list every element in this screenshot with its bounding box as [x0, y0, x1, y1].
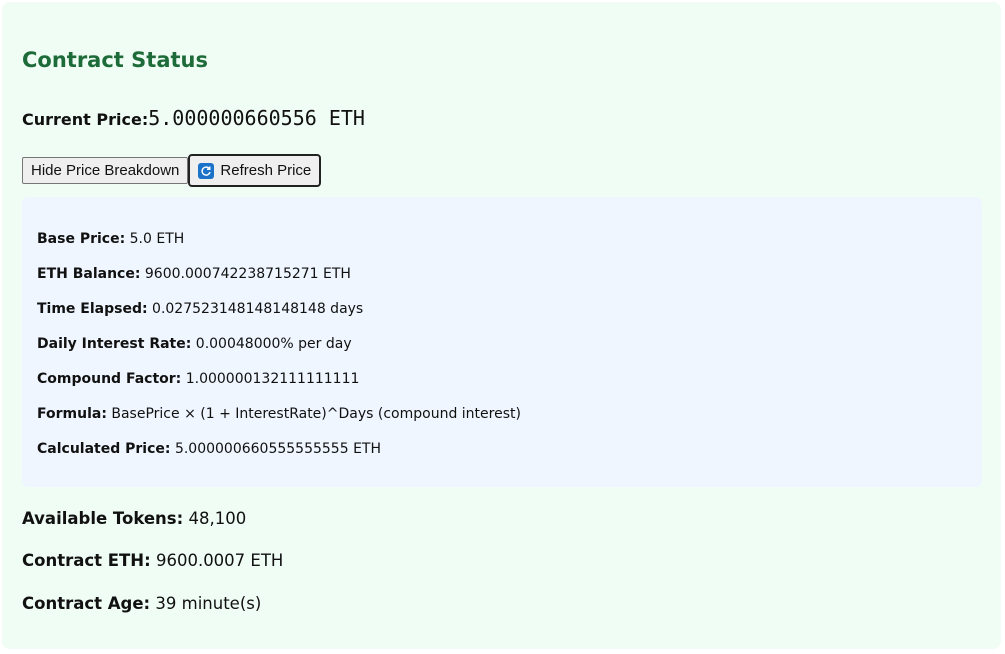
stat-value: 48,100 — [188, 509, 247, 528]
breakdown-calculated-price: Calculated Price: 5.000000660555555555 E… — [37, 441, 381, 457]
breakdown-label: Daily Interest Rate: — [37, 336, 192, 352]
stat-label: Contract ETH: — [22, 551, 151, 570]
breakdown-daily-rate: Daily Interest Rate: 0.00048000% per day — [37, 336, 352, 352]
breakdown-label: Base Price: — [37, 231, 126, 247]
breakdown-value: 0.00048000% per day — [195, 336, 352, 352]
breakdown-formula: Formula: BasePrice × (1 + InterestRate)^… — [37, 406, 521, 422]
stat-value: 39 minute(s) — [155, 594, 262, 613]
price-breakdown-panel: Base Price: 5.0 ETH ETH Balance: 9600.00… — [22, 197, 982, 487]
breakdown-value: BasePrice × (1 + InterestRate)^Days (com… — [111, 406, 521, 422]
breakdown-label: ETH Balance: — [37, 266, 141, 282]
breakdown-value: 0.027523148148148148 days — [152, 301, 364, 317]
available-tokens: Available Tokens: 48,100 — [22, 509, 246, 528]
page-title: Contract Status — [22, 48, 208, 72]
breakdown-label: Calculated Price: — [37, 441, 171, 457]
stat-label: Contract Age: — [22, 594, 151, 613]
hide-price-breakdown-button[interactable]: Hide Price Breakdown — [22, 157, 189, 184]
breakdown-label: Time Elapsed: — [37, 301, 148, 317]
refresh-price-label: Refresh Price — [220, 162, 312, 179]
contract-age: Contract Age: 39 minute(s) — [22, 594, 261, 613]
current-price-value: 5.000000660556 ETH — [148, 106, 365, 130]
current-price: Current Price: 5.000000660556 ETH — [22, 106, 365, 130]
breakdown-eth-balance: ETH Balance: 9600.000742238715271 ETH — [37, 266, 351, 282]
contract-eth: Contract ETH: 9600.0007 ETH — [22, 551, 283, 570]
refresh-price-button[interactable]: Refresh Price — [188, 154, 322, 187]
breakdown-time-elapsed: Time Elapsed: 0.027523148148148148 days — [37, 301, 363, 317]
button-row: Hide Price Breakdown Refresh Price — [22, 154, 322, 187]
contract-status-card: Contract Status Current Price: 5.0000006… — [2, 2, 1001, 649]
current-price-label: Current Price: — [22, 110, 149, 129]
breakdown-compound-factor: Compound Factor: 1.000000132111111111 — [37, 371, 359, 387]
breakdown-value: 5.0 ETH — [129, 231, 185, 247]
stat-label: Available Tokens: — [22, 509, 184, 528]
breakdown-value: 5.000000660555555555 ETH — [174, 441, 381, 457]
breakdown-base-price: Base Price: 5.0 ETH — [37, 231, 184, 247]
breakdown-value: 1.000000132111111111 — [185, 371, 360, 387]
refresh-icon — [198, 162, 215, 179]
breakdown-label: Compound Factor: — [37, 371, 182, 387]
breakdown-label: Formula: — [37, 406, 107, 422]
breakdown-value: 9600.000742238715271 ETH — [144, 266, 351, 282]
stat-value: 9600.0007 ETH — [155, 551, 284, 570]
